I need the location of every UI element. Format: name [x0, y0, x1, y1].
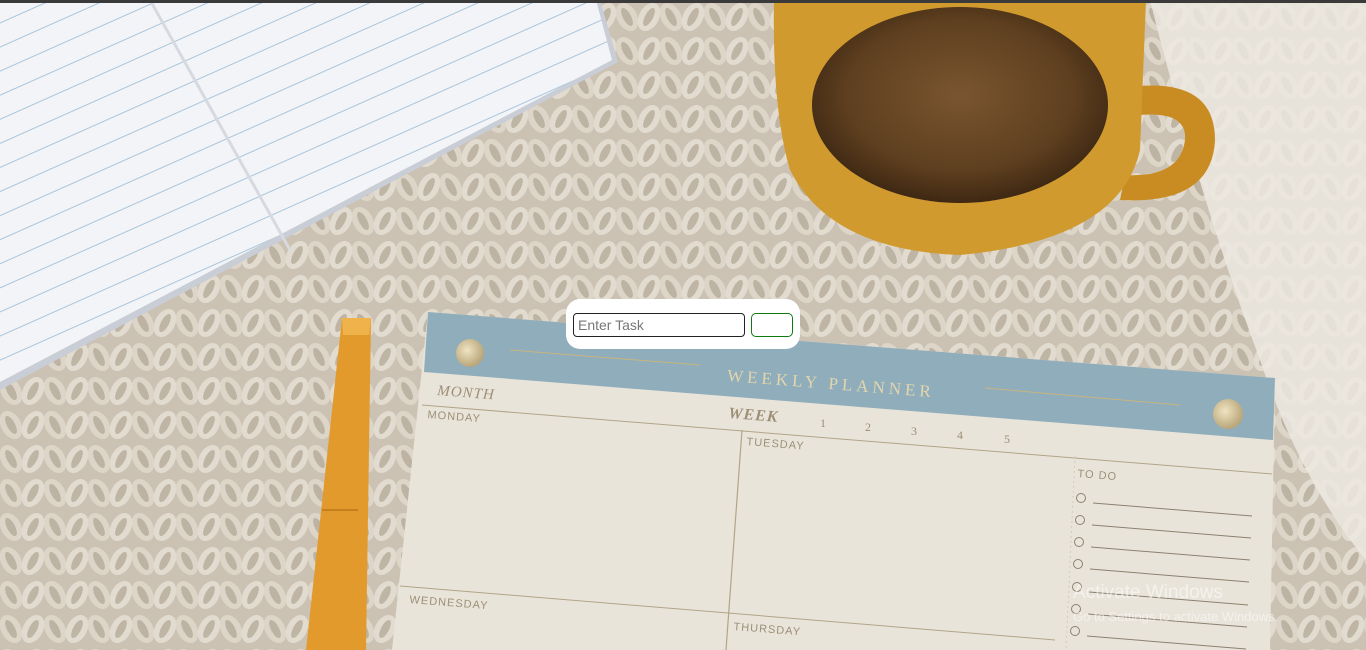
- planner-week-number: 2: [865, 420, 872, 434]
- add-task-button[interactable]: [751, 313, 793, 337]
- app-background: WEEKLY PLANNER MONTH WEEK 1 2 3 4 5 MOND…: [0, 0, 1366, 650]
- activate-windows-subtitle: Go to Settings to activate Windows.: [1073, 609, 1279, 624]
- top-browser-strip: [0, 0, 1366, 3]
- task-form: [566, 299, 800, 349]
- task-input[interactable]: [573, 313, 745, 337]
- planner-week-number: 5: [1004, 432, 1011, 446]
- planner-week-number: 1: [820, 416, 827, 430]
- activate-windows-title: Activate Windows: [1073, 582, 1223, 603]
- planner-week-number: 4: [957, 428, 964, 442]
- planner-week-number: 3: [911, 424, 918, 438]
- planner-week-label: WEEK: [727, 405, 780, 426]
